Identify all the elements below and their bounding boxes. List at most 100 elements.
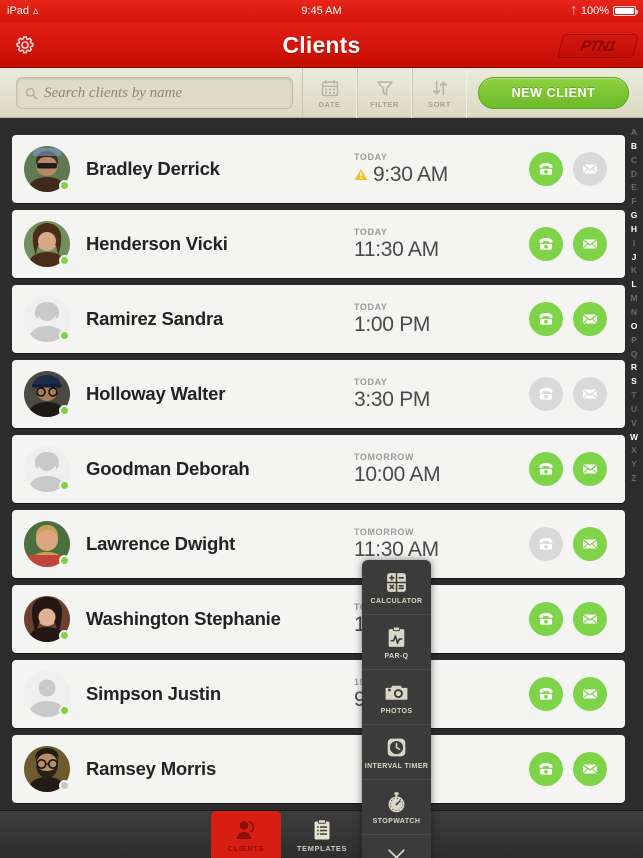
alphabet-index[interactable]: ABCDEFGHIJKLMNOPQRSTUVWXYZ <box>627 126 641 486</box>
call-button[interactable] <box>529 602 563 636</box>
client-name: Henderson Vicki <box>86 233 228 254</box>
phone-icon <box>539 613 553 625</box>
sort-button-label: SORT <box>428 99 451 109</box>
warning-triangle-icon <box>354 168 368 181</box>
email-button[interactable] <box>573 752 607 786</box>
app-logo: PTN1 <box>557 33 639 59</box>
email-button[interactable] <box>573 302 607 336</box>
clients-list[interactable]: Bradley Derrick TODAY 9:30 AM Henderson … <box>0 118 643 810</box>
alpha-index-letter[interactable]: N <box>631 306 637 320</box>
client-row[interactable]: Ramsey Morris <box>12 735 625 803</box>
client-row[interactable]: Ramirez Sandra TODAY 1:00 PM <box>12 285 625 353</box>
tool-menu-item[interactable]: CLOSE <box>362 835 431 858</box>
client-actions <box>529 677 607 711</box>
client-row[interactable]: Bradley Derrick TODAY 9:30 AM <box>12 135 625 203</box>
client-row[interactable]: Lawrence Dwight TOMORROW 11:30 AM <box>12 510 625 578</box>
alpha-index-letter[interactable]: R <box>631 361 637 375</box>
phone-icon <box>539 763 553 775</box>
tool-menu-item[interactable]: PAR-Q <box>362 615 431 670</box>
client-row[interactable]: Henderson Vicki TODAY 11:30 AM <box>12 210 625 278</box>
appointment-clock: 1:00 PM <box>354 313 523 337</box>
appointment-time-text: 11:30 AM <box>354 537 439 561</box>
sort-button[interactable]: SORT <box>412 68 467 118</box>
client-avatar-wrapper <box>24 146 70 192</box>
client-name: Simpson Justin <box>86 683 221 704</box>
email-button[interactable] <box>573 677 607 711</box>
mail-icon <box>582 464 598 474</box>
alpha-index-letter[interactable]: I <box>633 237 635 251</box>
date-button[interactable]: DATE <box>302 68 357 118</box>
call-button[interactable] <box>529 752 563 786</box>
email-button[interactable] <box>573 452 607 486</box>
alpha-index-letter[interactable]: Y <box>631 458 637 472</box>
tool-menu-item[interactable]: INTERVAL TIMER <box>362 725 431 780</box>
alpha-index-letter[interactable]: W <box>630 431 638 445</box>
alpha-index-letter[interactable]: S <box>631 375 637 389</box>
client-name: Bradley Derrick <box>86 158 220 179</box>
mail-icon <box>582 389 598 399</box>
email-button[interactable] <box>573 602 607 636</box>
new-client-button[interactable]: NEW CLIENT <box>478 77 629 109</box>
mail-icon <box>582 239 598 249</box>
alpha-index-letter[interactable]: C <box>631 154 637 168</box>
appointment-day: TODAY <box>354 376 388 387</box>
alpha-index-letter[interactable]: G <box>631 209 638 223</box>
online-status-dot <box>59 480 70 491</box>
alpha-index-letter[interactable]: U <box>631 403 637 417</box>
tool-menu-item[interactable]: PHOTOS <box>362 670 431 725</box>
online-status-dot <box>59 630 70 641</box>
email-button[interactable] <box>573 527 607 561</box>
battery-icon <box>613 6 638 16</box>
call-button[interactable] <box>529 677 563 711</box>
tool-menu-item[interactable]: STOPWATCH <box>362 780 431 835</box>
alpha-index-letter[interactable]: L <box>631 278 636 292</box>
tool-menu-item-label: STOPWATCH <box>372 817 421 825</box>
phone-icon <box>539 538 553 550</box>
alpha-index-letter[interactable]: F <box>631 195 636 209</box>
search-input[interactable] <box>44 84 284 102</box>
alpha-index-letter[interactable]: E <box>631 181 637 195</box>
call-button[interactable] <box>529 227 563 261</box>
alpha-index-letter[interactable]: P <box>631 334 637 348</box>
alpha-index-letter[interactable]: T <box>631 389 636 403</box>
app-logo-text: PTN1 <box>557 34 639 58</box>
client-row[interactable]: Holloway Walter TODAY 3:30 PM <box>12 360 625 428</box>
online-status-dot <box>59 255 70 266</box>
phone-icon <box>539 388 553 400</box>
tool-menu-item[interactable]: CALCULATOR <box>362 560 431 615</box>
appointment-clock: 3:30 PM <box>354 388 523 412</box>
alpha-index-letter[interactable]: Q <box>631 348 638 362</box>
call-button[interactable] <box>529 152 563 186</box>
tab-clients[interactable]: CLIENTS <box>211 811 281 858</box>
client-row[interactable]: Goodman Deborah TOMORROW 10:00 AM <box>12 435 625 503</box>
tab-templates-label: TEMPLATES <box>296 843 348 853</box>
alpha-index-letter[interactable]: B <box>631 140 637 154</box>
client-row[interactable]: Simpson Justin 19.03 9:00 AM <box>12 660 625 728</box>
client-avatar-wrapper <box>24 521 70 567</box>
alpha-index-letter[interactable]: J <box>632 251 637 265</box>
alpha-index-letter[interactable]: X <box>631 444 637 458</box>
alpha-index-letter[interactable]: A <box>631 126 637 140</box>
alpha-index-letter[interactable]: Z <box>631 472 636 486</box>
search-field-wrapper[interactable] <box>16 77 293 109</box>
client-name: Ramsey Morris <box>86 758 217 779</box>
email-button[interactable] <box>573 227 607 261</box>
call-button[interactable] <box>529 302 563 336</box>
mail-icon <box>582 314 598 324</box>
tools-popup-menu[interactable]: CALCULATOR PAR-Q PHOTOS INTERVAL TIMER S… <box>362 560 431 858</box>
alpha-index-letter[interactable]: H <box>631 223 637 237</box>
alpha-index-letter[interactable]: O <box>631 320 638 334</box>
client-actions <box>529 302 607 336</box>
alpha-index-letter[interactable]: K <box>631 264 637 278</box>
client-avatar-wrapper <box>24 671 70 717</box>
online-status-dot <box>59 555 70 566</box>
client-actions <box>529 452 607 486</box>
tab-templates[interactable]: TEMPLATES <box>287 811 357 858</box>
alpha-index-letter[interactable]: V <box>631 417 637 431</box>
alpha-index-letter[interactable]: M <box>630 292 637 306</box>
phone-icon <box>539 238 553 250</box>
call-button[interactable] <box>529 452 563 486</box>
client-row[interactable]: Washington Stephanie TOMORROW 1:30 PM <box>12 585 625 653</box>
alpha-index-letter[interactable]: D <box>631 168 637 182</box>
filter-button[interactable]: FILTER <box>357 68 412 118</box>
